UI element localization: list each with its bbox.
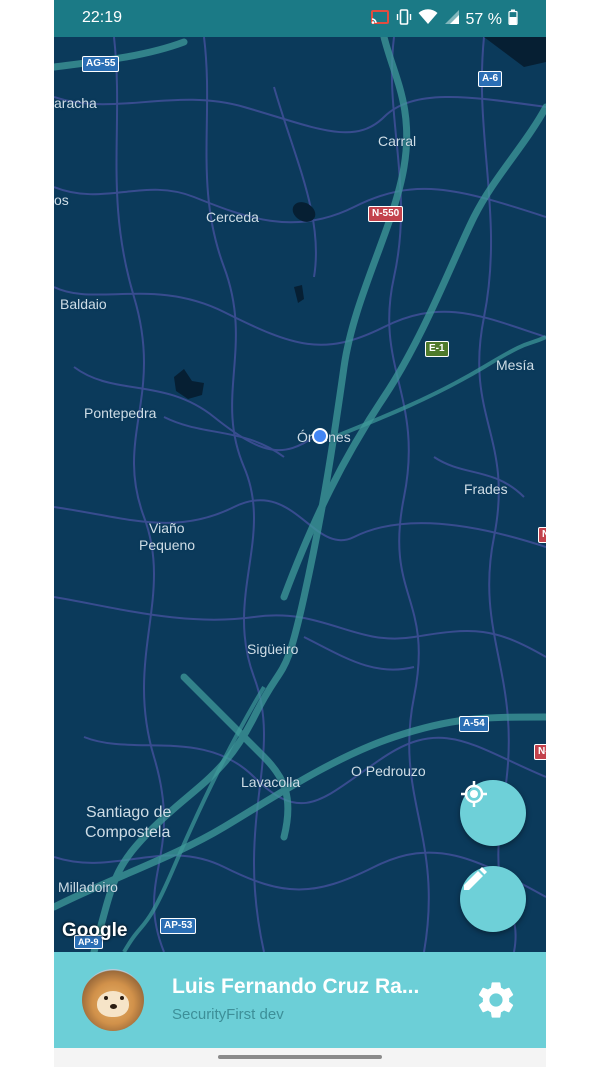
avatar-eye-left bbox=[104, 996, 108, 1000]
place-pontepedra: Pontepedra bbox=[84, 405, 157, 421]
place-santiago-line2: Compostela bbox=[85, 824, 171, 841]
place-viano-line1: Viaño bbox=[149, 520, 185, 536]
wifi-icon bbox=[418, 9, 438, 30]
place-frades: Frades bbox=[464, 481, 508, 497]
road-shield-a54: A-54 bbox=[459, 716, 489, 732]
profile-name: Luis Fernando Cruz Ra... bbox=[172, 975, 420, 998]
my-location-icon bbox=[461, 781, 487, 807]
pencil-icon bbox=[464, 867, 487, 890]
status-bar: 22:19 57 % bbox=[54, 0, 546, 37]
place-carral: Carral bbox=[378, 133, 417, 149]
profile-subtitle: SecurityFirst dev bbox=[172, 1006, 284, 1023]
gear-icon[interactable] bbox=[474, 978, 518, 1022]
google-logo: Google bbox=[62, 920, 128, 941]
map-view[interactable]: aracha Carral os Cerceda Baldaio Mesía P… bbox=[54, 37, 546, 952]
place-os: os bbox=[54, 192, 69, 208]
road-shield-a6: A-6 bbox=[478, 71, 503, 87]
place-milladoiro: Milladoiro bbox=[58, 879, 118, 895]
place-cerceda: Cerceda bbox=[206, 209, 259, 225]
place-baldaio: Baldaio bbox=[60, 296, 107, 312]
place-opedrouzo: O Pedrouzo bbox=[351, 763, 426, 779]
status-time: 22:19 bbox=[82, 9, 123, 26]
place-viano-line2: Pequeno bbox=[139, 537, 196, 553]
signal-icon bbox=[444, 9, 460, 30]
edit-button[interactable] bbox=[460, 866, 526, 932]
battery-text: 57 % bbox=[465, 10, 502, 28]
profile-bar[interactable]: Luis Fernando Cruz Ra... SecurityFirst d… bbox=[54, 952, 546, 1048]
place-santiago-line1: Santiago de bbox=[86, 804, 172, 821]
place-mesia: Mesía bbox=[496, 357, 535, 373]
place-lavacolla: Lavacolla bbox=[241, 774, 301, 790]
battery-icon bbox=[508, 9, 518, 30]
avatar[interactable] bbox=[82, 969, 144, 1031]
vibrate-icon bbox=[396, 9, 412, 30]
avatar-nose bbox=[110, 1004, 117, 1009]
my-location-button[interactable] bbox=[460, 780, 526, 846]
avatar-eye-right bbox=[120, 996, 124, 1000]
status-icons: 57 % bbox=[370, 9, 518, 30]
place-laracha: aracha bbox=[54, 95, 97, 111]
home-indicator[interactable] bbox=[218, 1055, 382, 1059]
road-shield-n550: N-550 bbox=[368, 206, 404, 222]
gesture-nav-bar bbox=[54, 1048, 546, 1067]
current-location-dot bbox=[312, 428, 328, 444]
road-shield-edge-top: N bbox=[538, 527, 546, 543]
road-shield-edge-bottom: N- bbox=[534, 744, 546, 760]
cast-icon bbox=[370, 9, 390, 30]
phone-screen: 22:19 57 % aracha Carral os Cerceda Bald… bbox=[54, 0, 546, 1067]
place-sigueiro: Sigüeiro bbox=[247, 641, 299, 657]
road-shield-ag55: AG-55 bbox=[82, 56, 120, 72]
road-shield-e1: E-1 bbox=[425, 341, 449, 357]
road-shield-ap53: AP-53 bbox=[160, 918, 197, 934]
